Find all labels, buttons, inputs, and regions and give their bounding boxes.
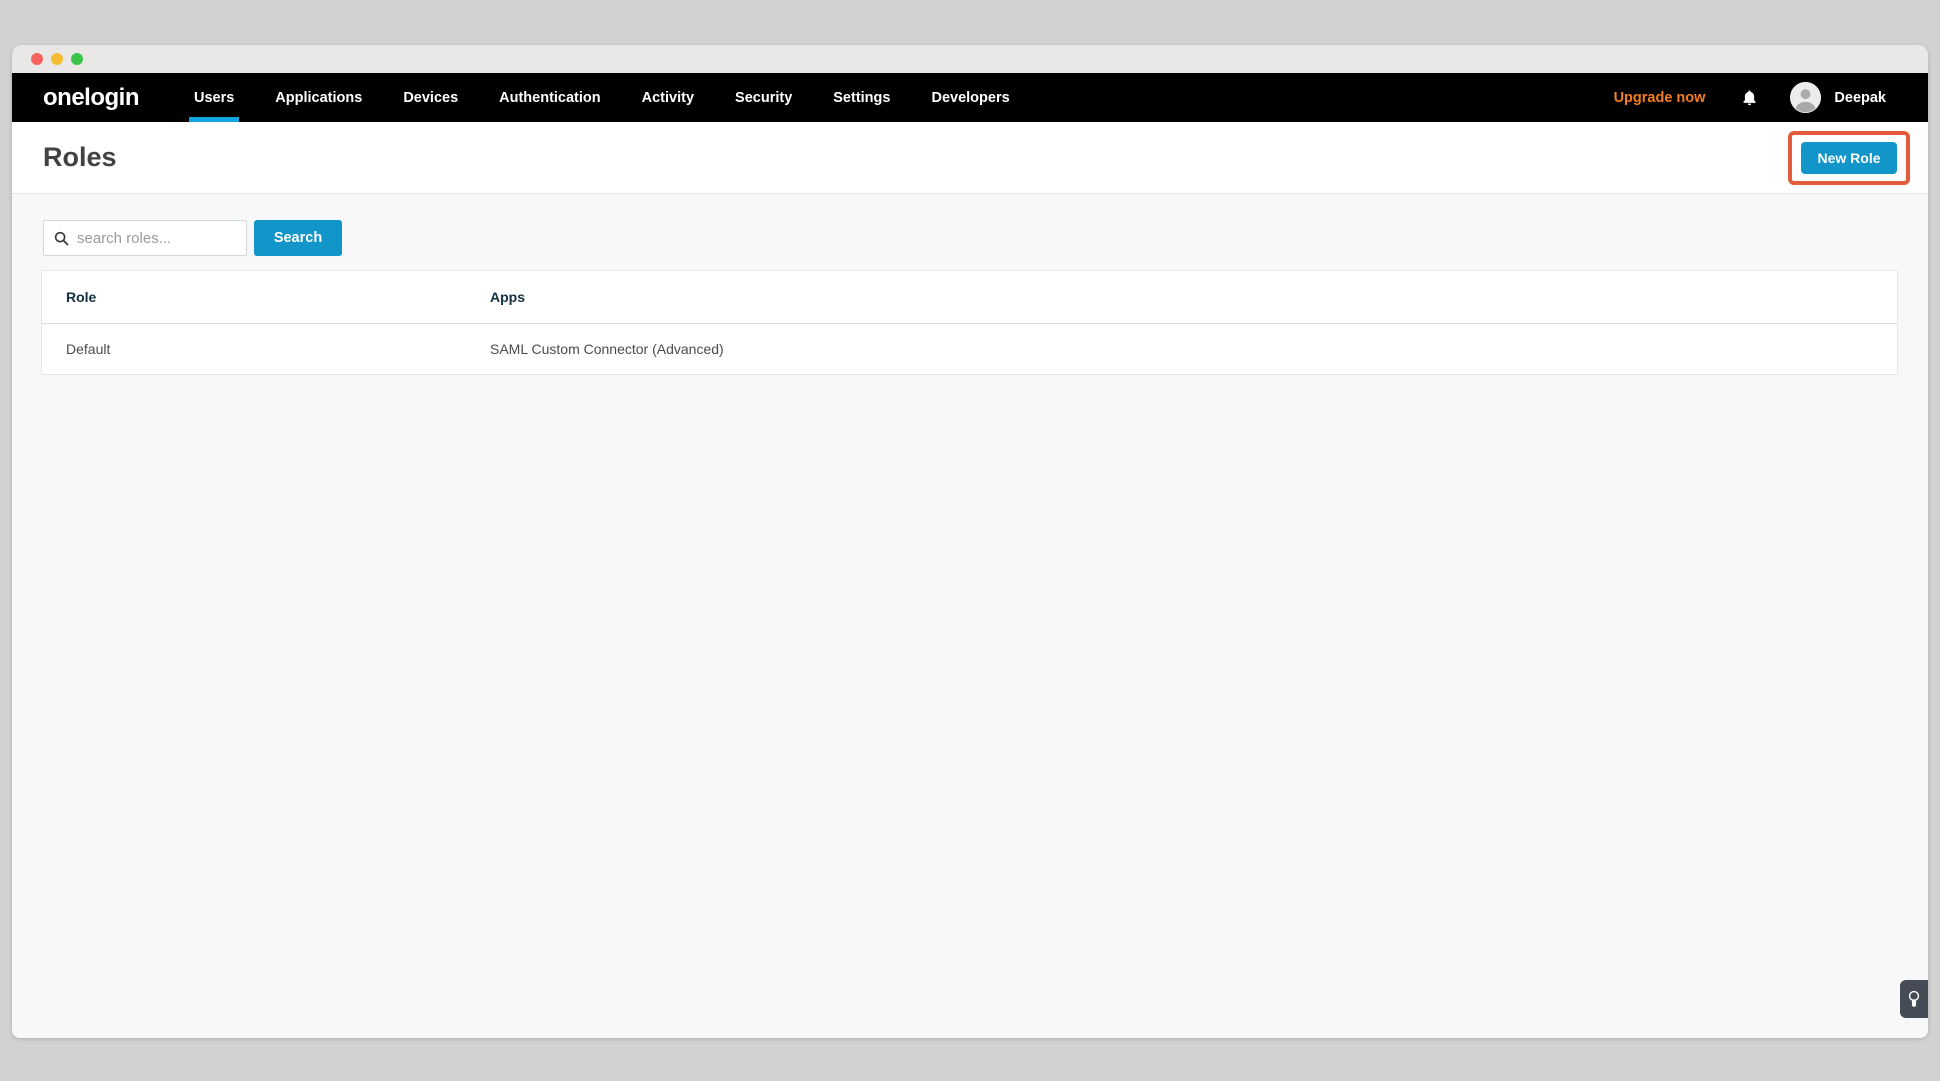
nav-item-devices[interactable]: Devices: [403, 73, 458, 122]
column-header-role: Role: [42, 289, 490, 305]
new-role-button[interactable]: New Role: [1801, 142, 1897, 174]
table-row[interactable]: Default SAML Custom Connector (Advanced): [42, 324, 1897, 374]
lightbulb-icon: [1908, 990, 1920, 1008]
navbar-right-group: Upgrade now Deepak: [1614, 82, 1886, 113]
roles-table: Role Apps Default SAML Custom Connector …: [41, 270, 1898, 375]
page-header: Roles New Role: [12, 122, 1928, 194]
column-header-apps: Apps: [490, 289, 1897, 305]
bell-icon[interactable]: [1742, 89, 1757, 106]
primary-nav: Users Applications Devices Authenticatio…: [194, 73, 1051, 122]
nav-item-security[interactable]: Security: [735, 73, 792, 122]
nav-item-authentication[interactable]: Authentication: [499, 73, 601, 122]
nav-item-activity[interactable]: Activity: [642, 73, 694, 122]
zoom-window-button[interactable]: [71, 53, 83, 65]
search-roles-input[interactable]: [77, 230, 236, 247]
upgrade-now-link[interactable]: Upgrade now: [1614, 90, 1706, 106]
annotation-highlight-box: New Role: [1788, 131, 1910, 185]
top-navbar: onelogin Users Applications Devices Auth…: [12, 73, 1928, 122]
role-apps-cell: SAML Custom Connector (Advanced): [490, 341, 1897, 357]
nav-item-settings[interactable]: Settings: [833, 73, 890, 122]
user-menu[interactable]: Deepak: [1790, 82, 1886, 113]
onelogin-logo[interactable]: onelogin: [43, 84, 139, 112]
nav-item-users[interactable]: Users: [194, 73, 234, 122]
search-row: Search: [43, 220, 1928, 256]
role-name-cell[interactable]: Default: [42, 341, 490, 357]
window-titlebar: [12, 45, 1928, 73]
minimize-window-button[interactable]: [51, 53, 63, 65]
nav-item-applications[interactable]: Applications: [275, 73, 362, 122]
nav-item-developers[interactable]: Developers: [931, 73, 1009, 122]
roles-page-content: Search Role Apps Default SAML Custom Con…: [12, 194, 1928, 1038]
search-field[interactable]: [43, 220, 247, 256]
help-beacon-tab[interactable]: [1900, 980, 1928, 1018]
page-title: Roles: [43, 142, 117, 173]
close-window-button[interactable]: [31, 53, 43, 65]
magnifier-icon: [54, 231, 69, 246]
roles-table-header: Role Apps: [42, 271, 1897, 324]
search-button[interactable]: Search: [254, 220, 342, 256]
user-name-label: Deepak: [1834, 90, 1886, 106]
avatar-person-icon: [1790, 82, 1821, 113]
browser-window: onelogin Users Applications Devices Auth…: [12, 45, 1928, 1038]
